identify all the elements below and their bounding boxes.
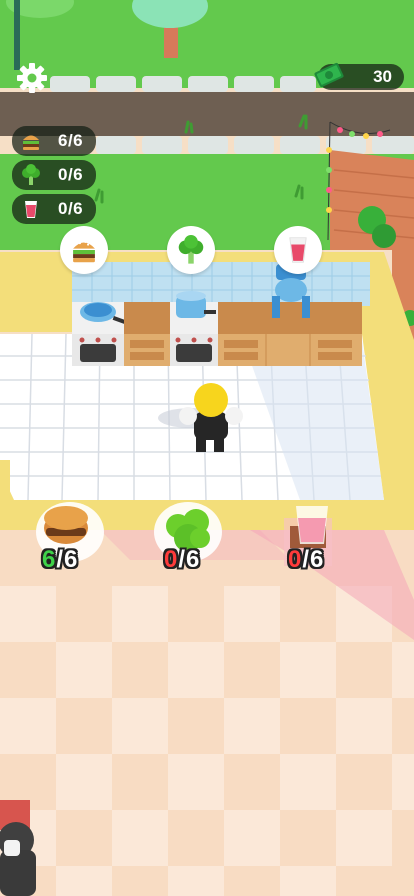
- counter-juice: 0/6: [288, 546, 324, 574]
- counter-separator: /: [178, 546, 187, 573]
- juice-icon: [289, 237, 307, 263]
- inventory-burger-count: 6/6: [58, 131, 84, 150]
- burger-icon: [18, 128, 44, 154]
- inventory-broccoli-count: 0/6: [58, 165, 84, 184]
- counter-broccoli-max: 6: [186, 546, 201, 573]
- station-bubble-broccoli: [167, 226, 215, 274]
- cash-icon: [314, 62, 344, 88]
- inventory-broccoli: 0/6: [12, 160, 96, 190]
- gear-icon[interactable]: [14, 60, 50, 96]
- counter-burger: 6/6: [42, 546, 78, 574]
- bush: [372, 224, 396, 248]
- counter-wood-1: [124, 302, 170, 366]
- inventory-juice-count: 0/6: [58, 199, 84, 218]
- broccoli-icon: [178, 235, 204, 264]
- counter-broccoli-have: 0: [164, 546, 179, 573]
- counter-broccoli: 0/6: [164, 546, 200, 574]
- counter-separator: /: [302, 546, 311, 573]
- inventory-burger: 6/6: [12, 126, 96, 156]
- money-value: 30: [373, 67, 392, 86]
- broccoli-icon: [18, 162, 44, 188]
- burger-icon: [73, 240, 95, 263]
- station-bubble-burger: [60, 226, 108, 274]
- counter-juice-have: 0: [288, 546, 303, 573]
- counter-burger-have: 6: [42, 546, 57, 573]
- money-display: 30: [314, 62, 404, 90]
- counter-burger-max: 6: [64, 546, 79, 573]
- counter-separator: /: [56, 546, 65, 573]
- station-bubble-juice: [274, 226, 322, 274]
- counter-juice-max: 6: [310, 546, 325, 573]
- juice-icon: [18, 196, 44, 222]
- kitchen-wall-left: [0, 252, 72, 332]
- inventory-juice: 0/6: [12, 194, 96, 224]
- backsplash: [72, 262, 370, 306]
- counter-wood-2: [218, 302, 362, 366]
